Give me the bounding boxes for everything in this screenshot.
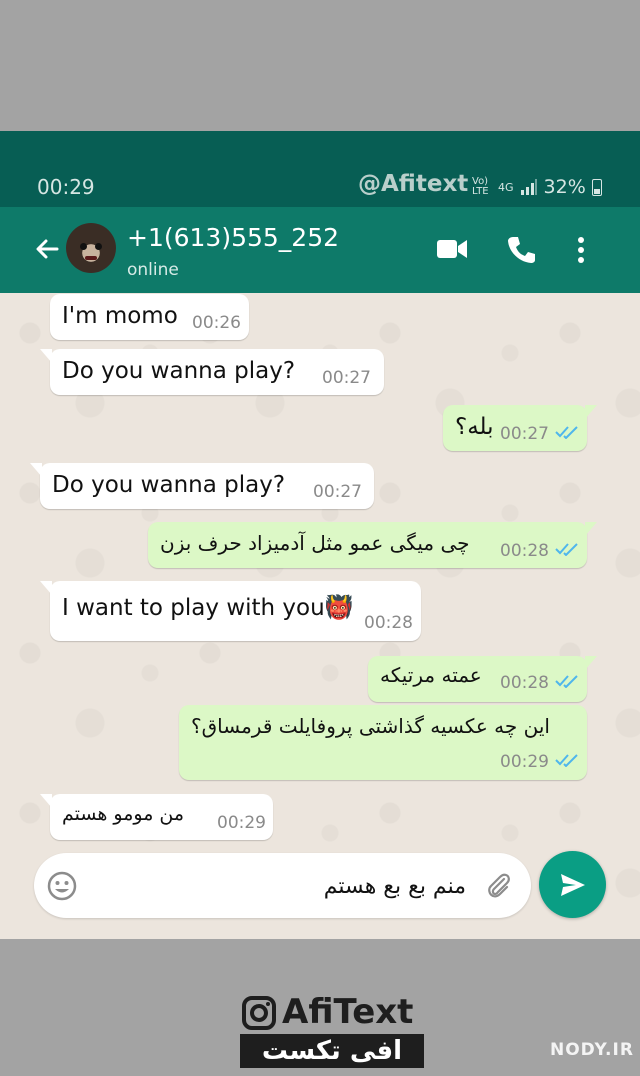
message-composer (34, 853, 531, 918)
message-time: 00:29 (217, 813, 266, 833)
read-ticks-icon (555, 426, 578, 439)
video-call-icon[interactable] (436, 238, 468, 260)
message-bubble-incoming[interactable]: Do you wanna play? 00:27 (40, 349, 384, 395)
read-ticks-icon (555, 754, 578, 767)
read-ticks-icon (555, 543, 578, 556)
contact-name[interactable]: +1(613)555_252 (127, 223, 339, 252)
status-watermark: @Afitext (358, 171, 469, 197)
message-bubble-outgoing[interactable]: چی میگی عمو مثل آدمیزاد حرف بزن 00:28 (148, 522, 597, 568)
message-time: 00:29 (500, 752, 549, 772)
instagram-icon (242, 996, 276, 1030)
message-bubble-outgoing[interactable]: عمته مرتیکه 00:28 (368, 656, 597, 702)
status-icons: Vo) LTE 4G 32% (472, 176, 602, 198)
brand-name: AfiText (282, 992, 414, 1032)
contact-status: online (127, 260, 179, 280)
read-ticks-icon (555, 675, 578, 688)
message-text: I'm momo (62, 303, 178, 329)
message-time: 00:26 (192, 313, 241, 333)
message-text: Do you wanna play? (62, 358, 296, 384)
message-time: 00:27 (313, 482, 362, 502)
attach-icon[interactable] (484, 871, 514, 901)
message-text: Do you wanna play? (52, 472, 286, 498)
message-text: من مومو هستم (62, 803, 185, 825)
send-icon (561, 874, 585, 896)
message-time: 00:27 (322, 368, 371, 388)
avatar[interactable] (66, 223, 116, 273)
phone-call-icon[interactable] (506, 235, 536, 265)
message-time: 00:28 (500, 673, 549, 693)
emoji-icon[interactable] (46, 870, 78, 902)
status-bar: 00:29 @Afitext Vo) LTE 4G 32% (0, 131, 640, 207)
message-time: 00:28 (500, 541, 549, 561)
brand-logo: AfiText افی تکست (240, 990, 430, 1070)
message-text: عمته مرتیکه (380, 663, 482, 687)
message-text: I want to play with you👹 (62, 595, 354, 621)
message-text: چی میگی عمو مثل آدمیزاد حرف بزن (160, 531, 470, 555)
message-bubble-incoming[interactable]: Do you wanna play? 00:27 (30, 463, 374, 509)
message-bubble-incoming[interactable]: I'm momo 00:26 (50, 294, 249, 340)
message-text: این چه عکسیه گذاشتی پروفایلت قرمساق؟ (191, 714, 550, 738)
message-bubble-incoming[interactable]: I want to play with you👹 00:28 (40, 581, 421, 641)
message-time: 00:27 (500, 424, 549, 444)
battery-percentage: 32% (543, 176, 586, 198)
message-input[interactable] (94, 865, 468, 907)
message-bubble-outgoing[interactable]: این چه عکسیه گذاشتی پروفایلت قرمساق؟ 00:… (179, 705, 587, 780)
chat-header: +1(613)555_252 online (0, 207, 640, 293)
site-watermark: NODY.IR (550, 1040, 634, 1060)
message-bubble-outgoing[interactable]: بله؟ 00:27 (443, 405, 597, 451)
send-button[interactable] (539, 851, 606, 918)
status-time: 00:29 (37, 175, 95, 199)
message-time: 00:28 (364, 613, 413, 633)
message-bubble-incoming[interactable]: من مومو هستم 00:29 (40, 794, 273, 840)
message-text: بله؟ (455, 414, 494, 440)
back-arrow-icon[interactable] (33, 235, 61, 263)
signal-icon (520, 179, 537, 195)
brand-subtitle: افی تکست (240, 1034, 424, 1068)
network-type-indicator: 4G (498, 180, 514, 194)
volte-indicator: Vo) LTE (472, 176, 489, 197)
more-menu-icon[interactable] (571, 235, 591, 265)
battery-icon (591, 178, 602, 196)
